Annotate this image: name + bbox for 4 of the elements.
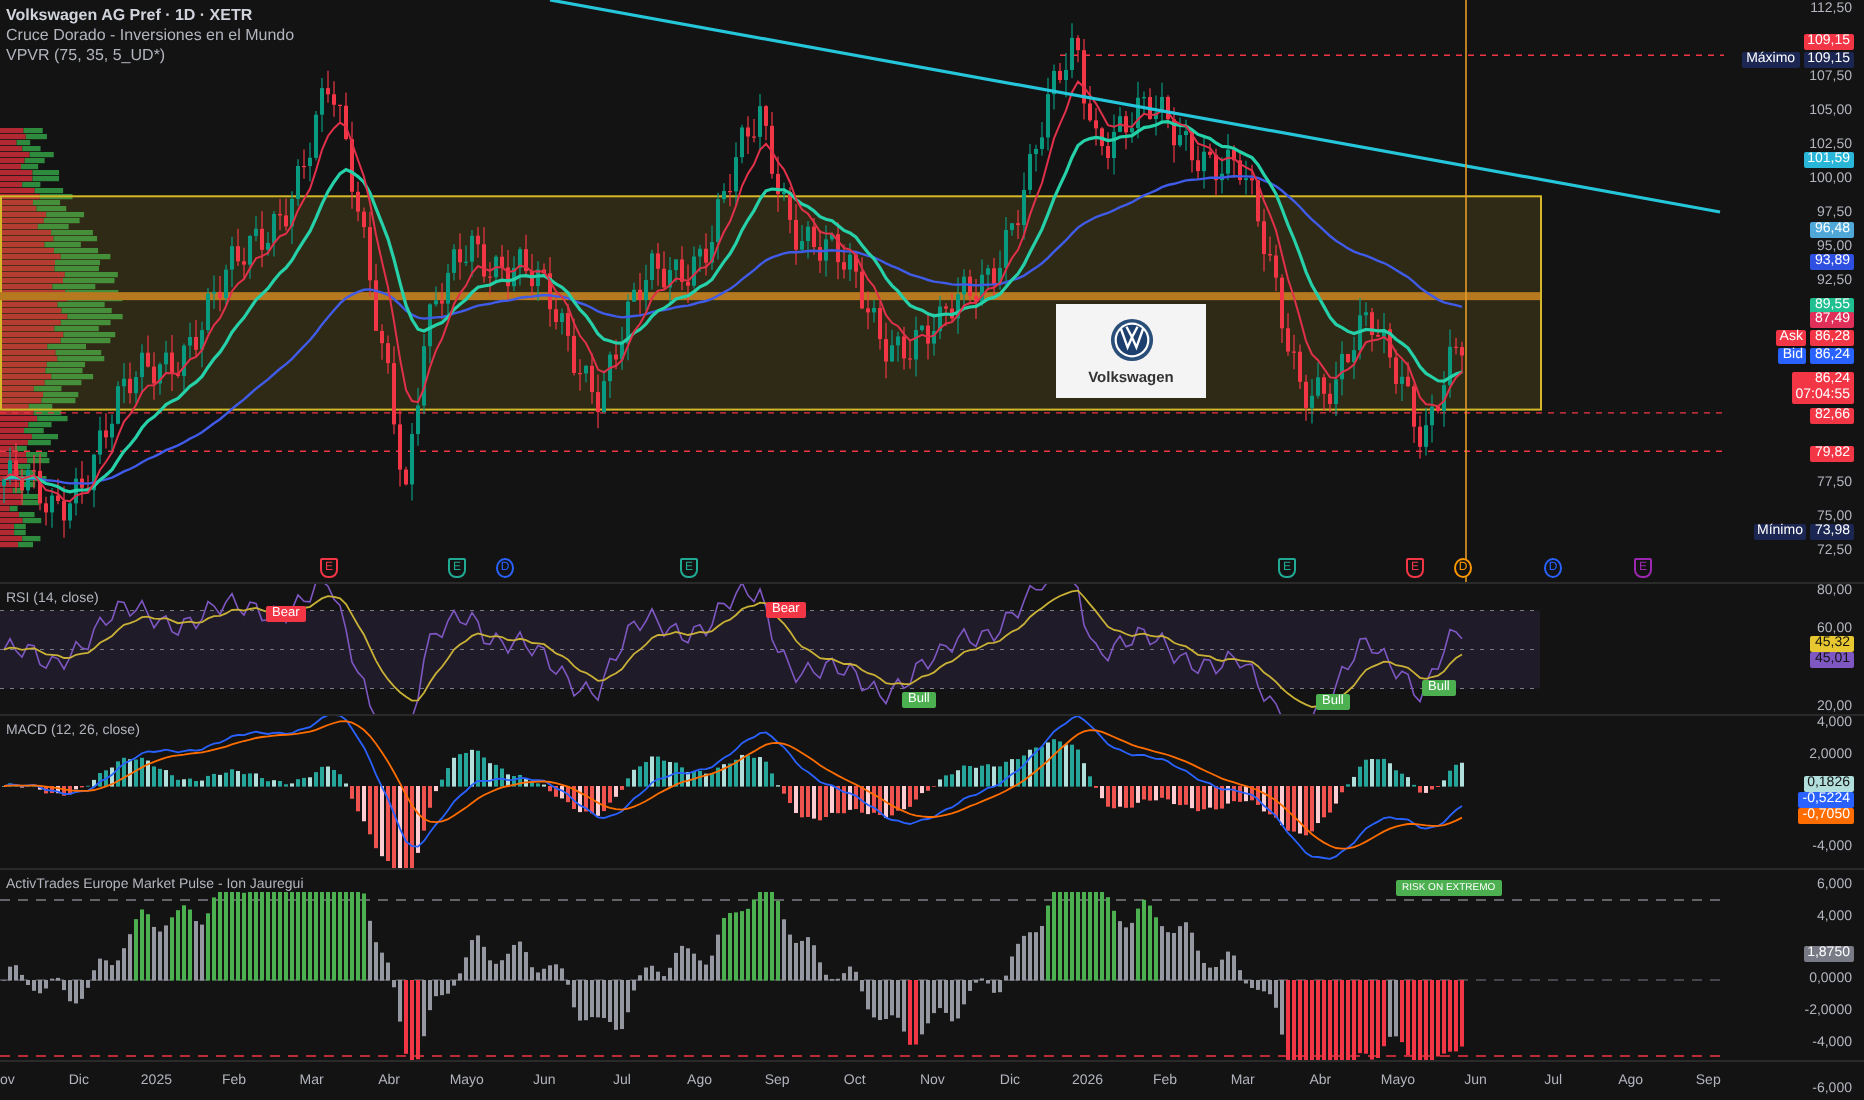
chart-title: Volkswagen AG Pref · 1D · XETR xyxy=(6,6,255,24)
indicator-label: VPVR (75, 35, 5_UD*) xyxy=(6,46,168,64)
indicator-label: Cruce Dorado - Inversiones en el Mundo xyxy=(6,26,295,44)
logo-icon xyxy=(1109,317,1153,361)
